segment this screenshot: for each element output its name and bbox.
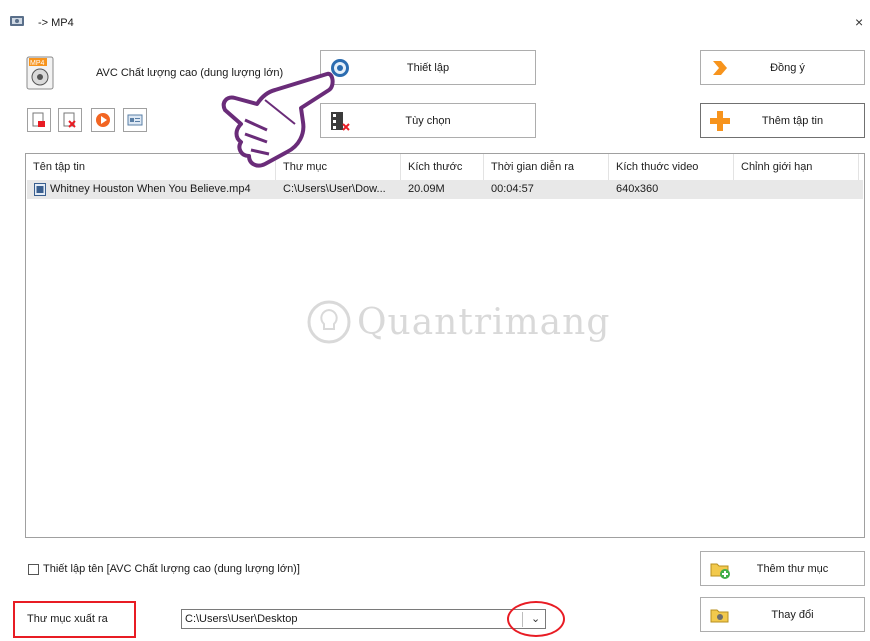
video-file-icon xyxy=(34,183,46,196)
output-folder-path: C:\Users\User\Desktop xyxy=(185,613,298,625)
play-icon xyxy=(96,113,110,127)
settings-gear-icon xyxy=(331,58,349,77)
clear-list-button[interactable] xyxy=(58,108,82,132)
media-info-button[interactable] xyxy=(123,108,147,132)
output-folder-label: Thư mục xuất ra xyxy=(27,613,108,625)
table-row[interactable]: Whitney Houston When You Believe.mp4 C:\… xyxy=(27,180,863,199)
settings-label: Thiết lập xyxy=(406,61,450,74)
app-icon xyxy=(10,16,24,26)
column-header-size[interactable]: Kích thước xyxy=(401,154,484,180)
settings-button[interactable]: Thiết lập xyxy=(320,50,536,85)
clear-list-icon xyxy=(63,112,76,128)
add-folder-button[interactable]: Thêm thư mục xyxy=(700,551,865,586)
cell-video-size: 640x360 xyxy=(616,183,659,195)
cell-size: 20.09M xyxy=(408,183,445,195)
set-name-label: Thiết lập tên [AVC Chất lượng cao (dung … xyxy=(43,563,300,575)
arrow-right-icon xyxy=(713,60,727,75)
column-header-filename[interactable]: Tên tập tin xyxy=(26,154,276,180)
column-header-duration[interactable]: Thời gian diễn ra xyxy=(484,154,609,180)
set-name-checkbox[interactable] xyxy=(28,563,39,575)
change-button[interactable]: Thay đổi xyxy=(700,597,865,632)
mp4-format-icon: MP4 xyxy=(26,56,54,90)
media-info-icon xyxy=(127,114,143,126)
plus-icon xyxy=(710,110,730,131)
output-folder-combo[interactable]: C:\Users\User\Desktop ⌄ xyxy=(181,609,546,629)
remove-file-button[interactable] xyxy=(27,108,51,132)
options-button[interactable]: Tùy chọn xyxy=(320,103,536,138)
column-header-folder[interactable]: Thư mục xyxy=(276,154,401,180)
play-button[interactable] xyxy=(91,108,115,132)
add-folder-icon xyxy=(710,563,730,579)
window-title: -> MP4 xyxy=(38,17,74,29)
close-icon[interactable]: × xyxy=(855,14,863,30)
remove-file-icon xyxy=(32,112,45,127)
add-file-button[interactable]: Thêm tập tin xyxy=(700,103,865,138)
add-folder-label: Thêm thư mục xyxy=(756,562,829,575)
column-header-limit[interactable]: Chỉnh giới hạn xyxy=(734,154,859,180)
cell-folder: C:\Users\User\Dow... xyxy=(283,183,386,195)
film-options-icon xyxy=(331,111,350,131)
title-bar: -> MP4 × xyxy=(0,0,870,44)
folder-change-icon xyxy=(710,609,729,622)
lightbulb-logo-icon xyxy=(307,300,351,344)
cell-filename: Whitney Houston When You Believe.mp4 xyxy=(50,183,251,195)
svg-text:MP4: MP4 xyxy=(30,60,45,67)
column-header-video-size[interactable]: Kích thuớc video xyxy=(609,154,734,180)
cell-duration: 00:04:57 xyxy=(491,183,534,195)
ok-label: Đồng ý xyxy=(770,61,805,74)
options-label: Tùy chọn xyxy=(405,114,451,127)
add-file-label: Thêm tập tin xyxy=(761,114,824,127)
cell-limit xyxy=(741,180,859,199)
profile-label: AVC Chất lượng cao (dung lượng lớn) xyxy=(96,67,284,79)
watermark-text: Quantrimang xyxy=(357,302,611,343)
ok-button[interactable]: Đồng ý xyxy=(700,50,865,85)
change-label: Thay đổi xyxy=(771,608,814,621)
dropdown-highlight-circle xyxy=(507,601,565,637)
set-name-option[interactable]: Thiết lập tên [AVC Chất lượng cao (dung … xyxy=(28,563,300,575)
watermark: Quantrimang xyxy=(305,292,609,356)
